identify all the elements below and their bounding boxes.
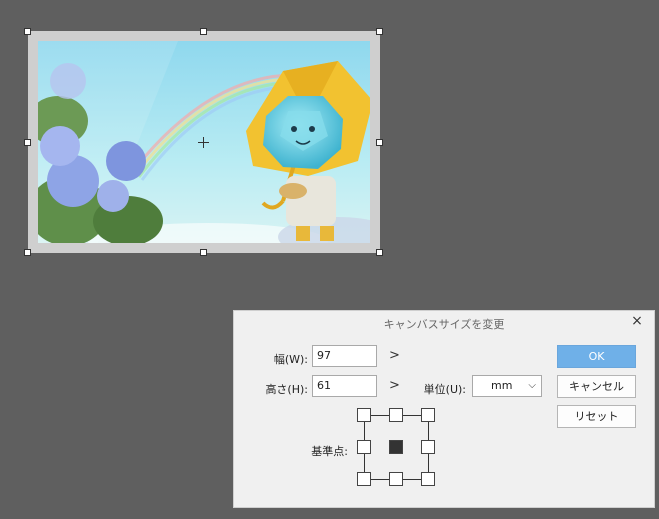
resize-handle-top-left[interactable] (24, 28, 31, 35)
anchor-point-grid (357, 408, 437, 488)
dialog-title: キャンバスサイズを変更 (383, 318, 505, 331)
anchor-top-left[interactable] (357, 408, 371, 422)
anchor-center[interactable] (389, 440, 403, 454)
center-crosshair-icon (198, 137, 209, 148)
anchor-top-right[interactable] (421, 408, 435, 422)
resize-handle-top-center[interactable] (200, 28, 207, 35)
height-chevron-icon[interactable]: > (389, 378, 400, 393)
anchor-bottom-left[interactable] (357, 472, 371, 486)
resize-handle-bottom-center[interactable] (200, 249, 207, 256)
chevron-down-icon: ⌵ (528, 380, 536, 391)
resize-handle-middle-left[interactable] (24, 139, 31, 146)
resize-handle-bottom-left[interactable] (24, 249, 31, 256)
unit-label: 単位(U): (423, 383, 466, 396)
anchor-middle-right[interactable] (421, 440, 435, 454)
resize-handle-top-right[interactable] (376, 28, 383, 35)
width-input[interactable]: 97 (312, 345, 377, 367)
height-label: 高さ(H): (265, 383, 308, 396)
resize-handle-bottom-right[interactable] (376, 249, 383, 256)
anchor-middle-left[interactable] (357, 440, 371, 454)
width-label: 幅(W): (273, 353, 308, 366)
canvas-size-dialog: キャンバスサイズを変更 × 幅(W): 97 > 高さ(H): 61 > 単位(… (233, 310, 655, 508)
unit-select[interactable]: mm ⌵ (472, 375, 542, 397)
reset-button[interactable]: リセット (557, 405, 636, 428)
ok-button[interactable]: OK (557, 345, 636, 368)
anchor-top-center[interactable] (389, 408, 403, 422)
resize-handle-middle-right[interactable] (376, 139, 383, 146)
width-chevron-icon[interactable]: > (389, 348, 400, 363)
cancel-button[interactable]: キャンセル (557, 375, 636, 398)
close-icon[interactable]: × (630, 314, 644, 328)
anchor-label: 基準点: (311, 445, 348, 458)
anchor-bottom-right[interactable] (421, 472, 435, 486)
canvas-frame[interactable] (28, 31, 380, 253)
unit-select-value: mm (491, 379, 513, 392)
anchor-bottom-center[interactable] (389, 472, 403, 486)
height-input[interactable]: 61 (312, 375, 377, 397)
